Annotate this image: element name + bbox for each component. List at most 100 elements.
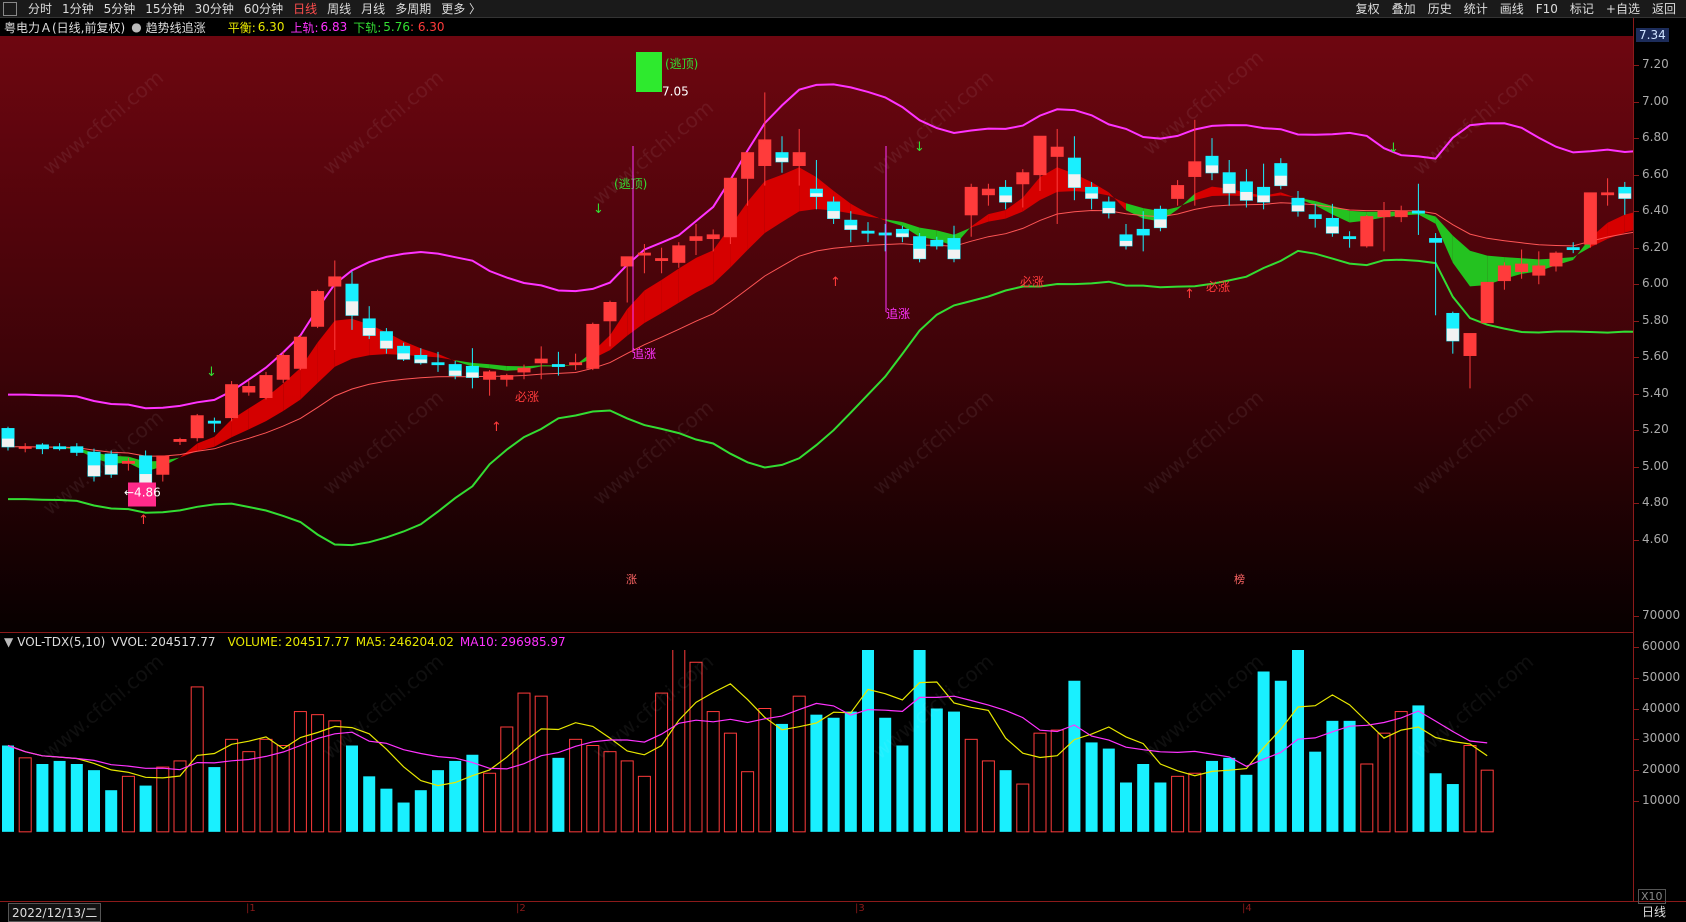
volume-bar <box>1377 732 1391 833</box>
period-tab-9[interactable]: 多周期 <box>390 0 436 17</box>
period-tab-0[interactable]: 分时 <box>23 0 57 17</box>
volume-bar <box>741 771 755 833</box>
period-tab-8[interactable]: 月线 <box>356 0 390 17</box>
volume-indicator-name[interactable]: VOL-TDX(5,10) <box>17 635 105 649</box>
volume-bar <box>139 785 152 832</box>
toolbar-button-2[interactable]: 历史 <box>1422 0 1458 17</box>
volume-bar <box>1257 671 1270 832</box>
candle-body <box>1360 216 1374 247</box>
indicator-toggle-icon[interactable]: ● <box>131 20 141 34</box>
price-axis-tick <box>1634 247 1639 249</box>
candle-body <box>878 232 892 236</box>
period-tab-1[interactable]: 1分钟 <box>57 0 99 17</box>
volume-bar <box>500 726 514 833</box>
candle-body-accent <box>449 370 462 376</box>
toolbar-button-7[interactable]: +自选 <box>1600 0 1646 17</box>
period-tab-2[interactable]: 5分钟 <box>99 0 141 17</box>
price-axis-label: 6.60 <box>1642 166 1669 181</box>
vvol-value: 204517.77 <box>150 635 216 649</box>
candle-body-accent <box>896 233 909 237</box>
period-tab-5[interactable]: 60分钟 <box>239 0 288 17</box>
volume-bar <box>293 711 307 833</box>
toolbar-button-3[interactable]: 统计 <box>1458 0 1494 17</box>
price-chart-background <box>0 36 1633 632</box>
volume-bar <box>1412 705 1425 832</box>
price-axis-tick <box>1634 503 1639 505</box>
volume-bar <box>1016 783 1030 833</box>
volume-axis-tick <box>1634 801 1639 802</box>
candle-body <box>207 420 221 424</box>
volume-toggle-icon[interactable]: ▼ <box>4 635 13 649</box>
volume-bar <box>1429 773 1442 832</box>
candle-body <box>500 375 514 380</box>
volume-bar <box>896 745 909 832</box>
toolbar-button-4[interactable]: 画线 <box>1494 0 1530 17</box>
volume-bar <box>1240 774 1253 832</box>
volume-bar <box>1120 782 1132 832</box>
volume-bar <box>930 708 943 832</box>
volume-bar <box>483 772 497 833</box>
volume-bar <box>380 788 393 832</box>
candle-body-accent <box>466 372 479 378</box>
period-tab-10[interactable]: 更多 〉 <box>436 0 486 17</box>
candle-body <box>1497 265 1511 282</box>
period-tab-3[interactable]: 15分钟 <box>140 0 189 17</box>
watermark-text: www.cfchi.com <box>588 650 718 764</box>
volume-chart[interactable]: www.cfchi.com www.cfchi.com www.cfchi.com w… <box>0 650 1633 901</box>
zoom-button[interactable]: X10 <box>1638 889 1666 904</box>
volume-bar <box>534 695 548 833</box>
period-tab-7[interactable]: 周线 <box>322 0 356 17</box>
candle-body <box>1515 263 1529 272</box>
stock-title[interactable]: 粤电力Ａ(日线,前复权) <box>4 19 125 36</box>
volume-bar <box>397 802 410 832</box>
volume-bar <box>466 754 479 832</box>
buy-arrow-icon: ↑ <box>138 513 149 528</box>
volume-bar <box>18 757 32 833</box>
ma10-value: 296985.97 <box>500 635 566 649</box>
price-axis-label: 7.00 <box>1642 93 1669 108</box>
candle-body-accent <box>776 157 788 162</box>
must-rise-label: 必涨 <box>1206 279 1230 294</box>
period-tab-4[interactable]: 30分钟 <box>190 0 239 17</box>
candle-body-accent <box>105 465 118 475</box>
candle-body <box>121 460 135 464</box>
period-tabs: 分时 1分钟 5分钟 15分钟 30分钟 60分钟 日线 周线 月线 多周期 更多 〉 <box>23 0 486 17</box>
price-chart[interactable]: www.cfchi.com www.cfchi.com www.cfchi.com w… <box>0 36 1633 632</box>
candle-body-accent <box>810 193 823 197</box>
period-label[interactable]: 日线 <box>1642 903 1666 920</box>
toolbar-button-5[interactable]: F10 <box>1530 2 1564 16</box>
lower-band-label: 下轨: <box>353 20 382 35</box>
candle-body <box>483 371 497 380</box>
price-axis-tick <box>1634 174 1639 176</box>
price-axis-label: 6.80 <box>1642 130 1669 145</box>
volume-bar <box>913 650 926 832</box>
volume-bar <box>121 775 135 833</box>
price-axis-label: 5.80 <box>1642 312 1669 327</box>
candle-body <box>1532 265 1546 276</box>
toolbar-button-6[interactable]: 标记 <box>1564 0 1600 17</box>
candle-body-accent <box>363 327 376 336</box>
candle-body <box>1050 146 1064 157</box>
toolbar-button-8[interactable]: 返回 <box>1646 0 1682 17</box>
volume-bar <box>1050 729 1064 833</box>
toolbar-button-0[interactable]: 复权 <box>1350 0 1386 17</box>
indicator-name[interactable]: 趋势线追涨 <box>146 19 206 36</box>
period-tab-6[interactable]: 日线 <box>288 0 322 17</box>
vvol-label: VVOL: <box>111 635 148 649</box>
volume-axis-label: 30000 <box>1642 731 1681 746</box>
candle-body <box>190 415 204 439</box>
volume-bar <box>1446 784 1459 832</box>
window-menu-icon[interactable] <box>3 1 17 16</box>
volume-bar <box>810 714 823 832</box>
volume-bar <box>1085 742 1098 832</box>
candle-body <box>723 177 737 238</box>
ma5-label: MA5: <box>355 635 387 649</box>
escape-top-marker <box>636 52 662 92</box>
volume-axis-tick <box>1634 677 1639 679</box>
candle-body <box>242 386 256 393</box>
toolbar-button-1[interactable]: 叠加 <box>1386 0 1422 17</box>
price-axis-tick <box>1634 211 1639 213</box>
volume-bar <box>449 760 462 832</box>
volume-bar <box>105 790 118 832</box>
volume-bar <box>414 790 427 832</box>
